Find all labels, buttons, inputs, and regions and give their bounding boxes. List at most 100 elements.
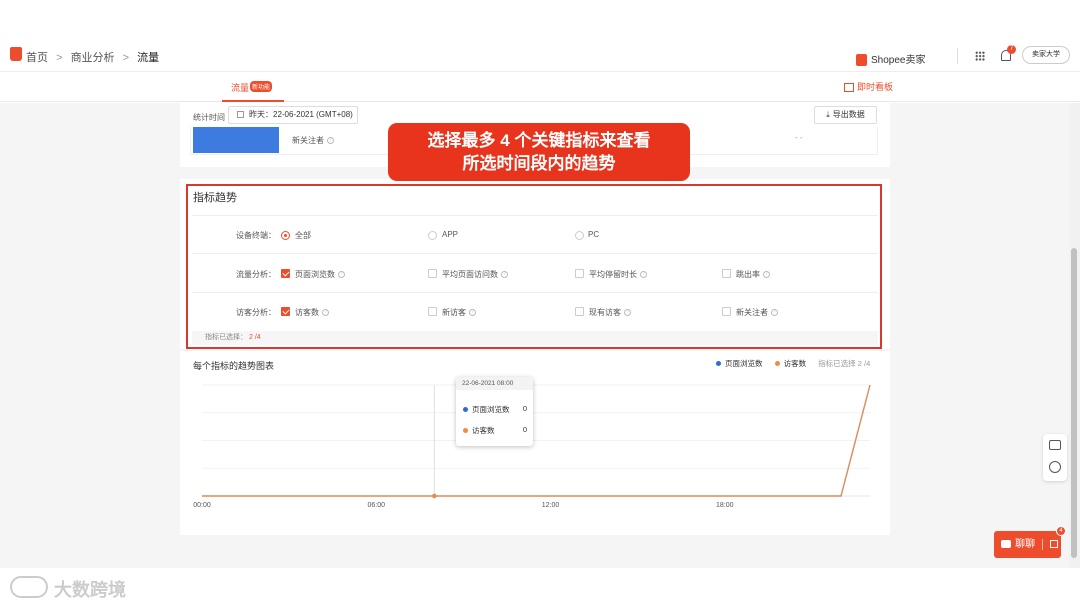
- date-picker[interactable]: 昨天：22-06-2021 (GMT+08): [228, 106, 358, 124]
- legend-selected-count: 指标已选择 2 /4: [818, 359, 871, 368]
- divider: [192, 292, 878, 293]
- checkbox-avg-page-views[interactable]: [428, 269, 437, 278]
- device-option-all[interactable]: 全部: [295, 230, 311, 241]
- shopee-seller-brand[interactable]: Shopee卖家: [856, 51, 925, 67]
- trend-line-chart[interactable]: 00:00 06:00 12:00 18:00: [180, 373, 890, 535]
- download-icon: ⤓: [826, 110, 830, 119]
- option-new-followers[interactable]: 新关注者?: [736, 307, 778, 318]
- device-label: 设备终端：: [236, 231, 276, 240]
- checkbox-bounce-rate[interactable]: [722, 269, 731, 278]
- new-followers-label: 新关注者?: [292, 135, 334, 146]
- chart-legend: 页面浏览数 访客数 指标已选择 2 /4: [716, 358, 870, 369]
- tab-bar: 流量 新功能 即时看板: [0, 72, 1080, 102]
- x-tick-label: 18:00: [716, 502, 734, 509]
- breadcrumb-separator: >: [122, 52, 130, 64]
- help-icon: ?: [640, 271, 647, 279]
- new-feature-badge: 新功能: [250, 81, 273, 92]
- shopee-bag-icon: [856, 54, 867, 67]
- tooltip-row-visitors: 访客数 0: [463, 425, 527, 436]
- option-avg-page-views[interactable]: 平均页面访问数?: [442, 269, 508, 280]
- device-radio-app[interactable]: [428, 231, 437, 240]
- page-scrollbar[interactable]: [1069, 103, 1080, 568]
- stat-time-label: 统计时间: [193, 113, 225, 122]
- breadcrumb-separator: >: [56, 52, 63, 64]
- scrollbar-thumb[interactable]: [1071, 248, 1077, 558]
- highlight-frame: [186, 184, 882, 349]
- callout-line-2: 所选时间段内的趋势: [462, 154, 616, 173]
- help-icon: ?: [327, 137, 334, 145]
- watermark-logo-icon: [10, 576, 48, 598]
- option-new-visitors[interactable]: 新访客?: [442, 307, 476, 318]
- chat-badge: 4: [1056, 526, 1066, 536]
- device-radio-all[interactable]: [281, 231, 290, 240]
- top-bar: 首页 > 商业分析 > 流量 Shopee卖家 7 卖家大学: [0, 0, 1080, 72]
- chart-section-title: 每个指标的趋势图表: [193, 361, 275, 371]
- instruction-callout: 选择最多 4 个关键指标来查看 所选时间段内的趋势: [388, 123, 690, 181]
- help-icon: ?: [501, 271, 508, 279]
- callout-line-1: 选择最多 4 个关键指标来查看: [427, 131, 651, 150]
- checkbox-visitors[interactable]: [281, 307, 290, 316]
- checkbox-new-followers[interactable]: [722, 307, 731, 316]
- option-bounce-rate[interactable]: 跳出率?: [736, 269, 770, 280]
- calendar-icon: [237, 111, 244, 119]
- help-icon: ?: [338, 271, 345, 279]
- watermark-text: 大数跨境: [54, 580, 126, 600]
- breadcrumb-current: 流量: [137, 52, 160, 64]
- notification-badge: 7: [1007, 45, 1016, 54]
- option-visitors[interactable]: 访客数?: [295, 307, 329, 318]
- seller-university-button[interactable]: 卖家大学: [1022, 46, 1070, 64]
- chat-bubble-icon: [1001, 540, 1011, 549]
- metric-trend-card: 指标趋势 设备终端： 全部 APP PC 流量分析： 页面浏览数? 平均页面访问…: [180, 179, 890, 349]
- customer-service-icon[interactable]: [1049, 461, 1061, 473]
- chart-tooltip: 22-06-2021 08:00 页面浏览数 0 访客数 0: [456, 377, 533, 446]
- chat-button[interactable]: 聊聊: [994, 531, 1061, 558]
- checkbox-page-views[interactable]: [281, 269, 290, 278]
- option-avg-duration[interactable]: 平均停留时长?: [589, 269, 647, 280]
- selected-count-bar: 指标已选择： 2 /4: [192, 331, 878, 345]
- series-point-1: [432, 493, 437, 499]
- export-data-button[interactable]: ⤓ 导出数据: [814, 106, 877, 124]
- trend-chart-card: 每个指标的趋势图表 页面浏览数 访客数 指标已选择 2 /4 00:00 06:0…: [180, 351, 890, 535]
- tab-traffic[interactable]: 流量 新功能: [222, 72, 284, 102]
- checkbox-existing-visitors[interactable]: [575, 307, 584, 316]
- help-icon: ?: [771, 309, 778, 317]
- checkbox-new-visitors[interactable]: [428, 307, 437, 316]
- tooltip-time: 22-06-2021 08:00: [456, 377, 533, 390]
- traffic-analysis-label: 流量分析：: [236, 270, 276, 279]
- option-page-views[interactable]: 页面浏览数?: [295, 269, 345, 280]
- realtime-dashboard-link[interactable]: 即时看板: [844, 80, 893, 93]
- visitor-analysis-label: 访客分析：: [236, 308, 276, 317]
- header-divider: [957, 48, 958, 64]
- chat-collapse-icon[interactable]: [1049, 540, 1058, 549]
- apps-grid-icon[interactable]: [975, 51, 985, 61]
- help-icon: ?: [624, 309, 631, 317]
- message-icon[interactable]: [1049, 440, 1061, 450]
- selected-count: 2 /4: [249, 334, 261, 341]
- legend-item-visitors[interactable]: 访客数: [774, 359, 806, 368]
- x-tick-label: 12:00: [542, 502, 560, 509]
- help-icon: ?: [763, 271, 770, 279]
- tooltip-row-page-views: 页面浏览数 0: [463, 404, 527, 415]
- breadcrumb-section[interactable]: 商业分析: [71, 52, 115, 64]
- device-radio-pc[interactable]: [575, 231, 584, 240]
- selected-metric-bar: [193, 127, 279, 153]
- watermark-band: 大数跨境: [0, 568, 1080, 608]
- breadcrumb: 首页 > 商业分析 > 流量: [26, 49, 159, 65]
- device-option-pc[interactable]: PC: [588, 230, 599, 239]
- tab-traffic-label: 流量: [231, 83, 250, 93]
- metric-trend-title: 指标趋势: [193, 192, 237, 204]
- option-existing-visitors[interactable]: 现有访客?: [589, 307, 631, 318]
- divider: [192, 253, 878, 254]
- checkbox-avg-duration[interactable]: [575, 269, 584, 278]
- device-option-app[interactable]: APP: [442, 230, 458, 239]
- floating-toolbar: [1043, 434, 1067, 481]
- help-icon: ?: [469, 309, 476, 317]
- legend-item-page-views[interactable]: 页面浏览数: [716, 359, 763, 368]
- x-tick-label: 00:00: [193, 502, 211, 509]
- shopee-logo-icon[interactable]: [10, 47, 22, 61]
- chart-trend-icon: [844, 83, 854, 93]
- divider: [192, 215, 878, 216]
- breadcrumb-home[interactable]: 首页: [26, 52, 48, 64]
- help-icon: ?: [322, 309, 329, 317]
- x-tick-label: 06:00: [367, 502, 385, 509]
